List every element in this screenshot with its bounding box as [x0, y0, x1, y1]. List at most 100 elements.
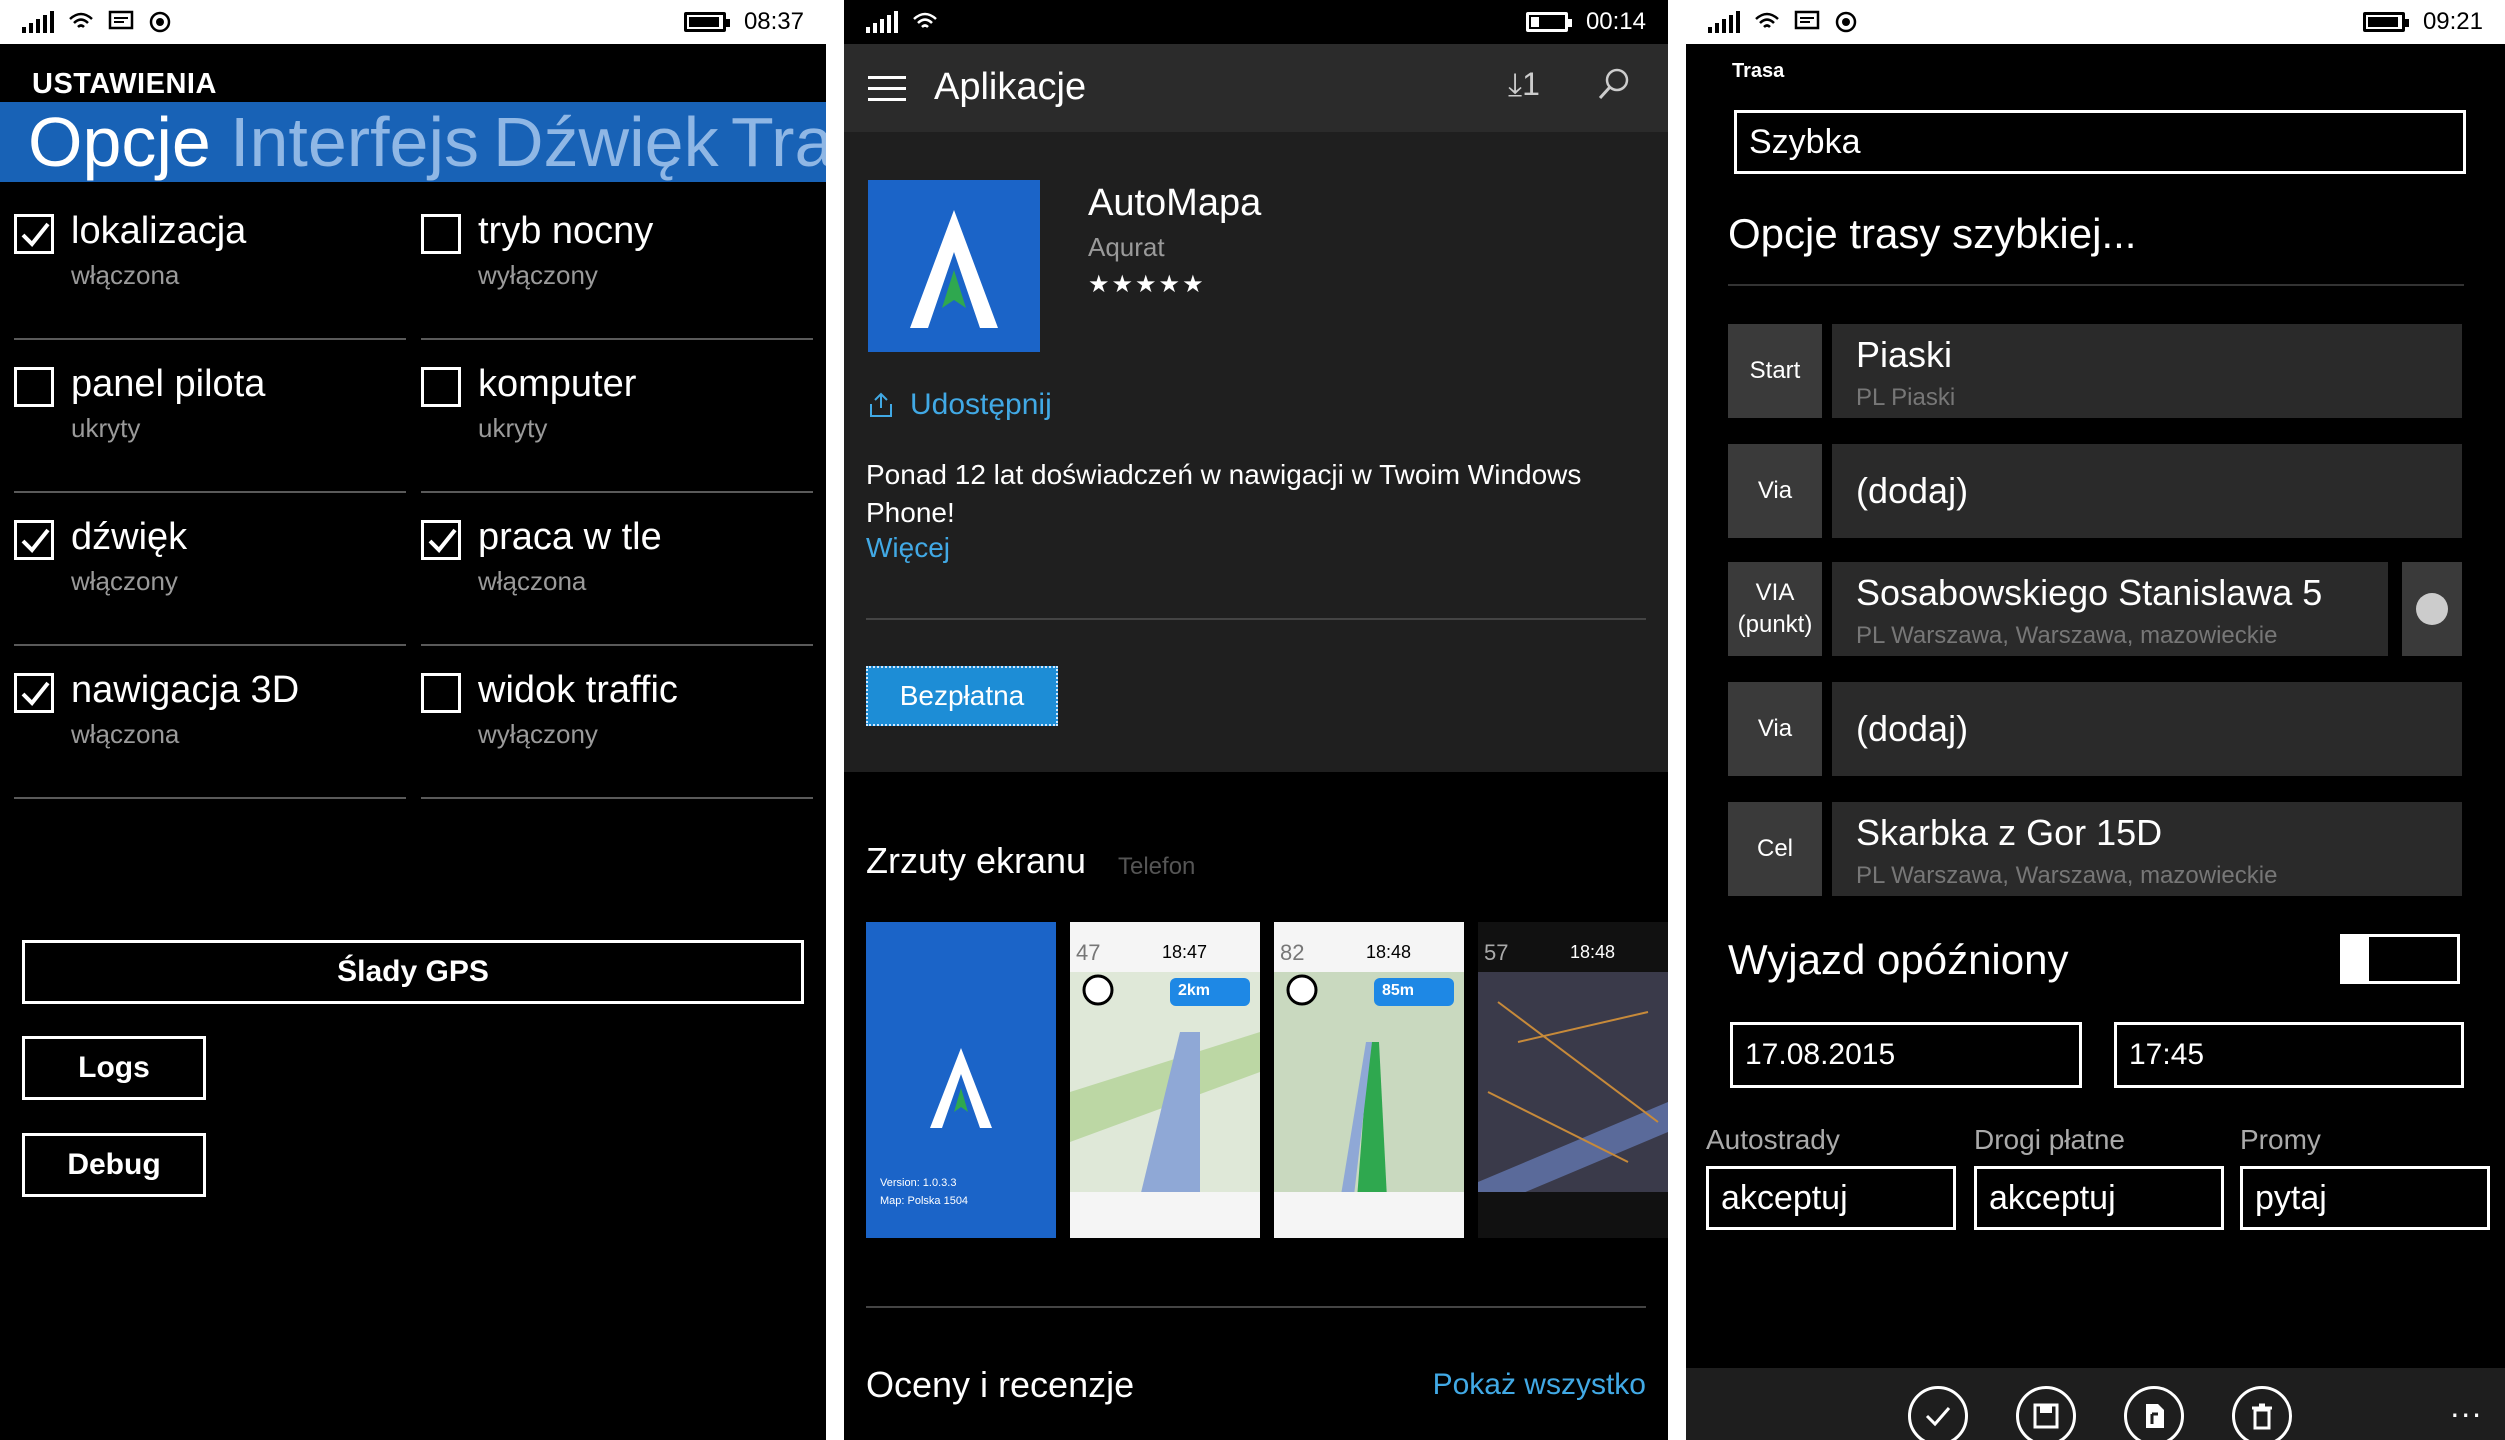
save-button[interactable] [2016, 1386, 2076, 1440]
option-praca-w-tle[interactable]: praca w tle włączona [421, 496, 813, 646]
status-time: 09:21 [2422, 8, 2483, 35]
row-main: (dodaj) [1856, 470, 1969, 511]
option-label: lokalizacja [71, 210, 247, 252]
screenshot-3[interactable]: 82 18:48 85m [1274, 922, 1464, 1238]
shot-version: Version: 1.0.3.3 [880, 1177, 957, 1189]
more-link[interactable]: Więcej [866, 532, 950, 564]
open-file-button[interactable] [2124, 1386, 2184, 1440]
checkbox-komputer[interactable] [421, 367, 461, 407]
delayed-departure-label: Wyjazd opóźniony [1728, 936, 2069, 983]
date-field[interactable]: 17.08.2015 [1730, 1022, 2082, 1088]
pivot-trasa[interactable]: Tras [731, 102, 826, 182]
pivot-opcje[interactable]: Opcje [28, 102, 211, 182]
screenshots-strip[interactable]: Version: 1.0.3.3 Map: Polska 1504 47 18:… [866, 922, 1668, 1238]
battery-icon [2362, 12, 2409, 32]
shot-next: 85m [1382, 982, 1415, 999]
logs-button[interactable]: Logs [22, 1036, 206, 1100]
pivot-dzwiek[interactable]: Dźwięk [493, 102, 719, 182]
option-komputer[interactable]: komputer ukryty [421, 343, 813, 493]
status-time: 00:14 [1585, 8, 1646, 35]
share-label: Udostępnij [910, 388, 1052, 421]
via-point-option-button[interactable] [2402, 562, 2462, 656]
row-sub: PL Warszawa, Warszawa, mazowieckie [1856, 622, 2278, 649]
message-icon [108, 10, 134, 30]
install-free-button[interactable]: Bezpłatna [866, 666, 1058, 726]
checkbox-widok-traffic[interactable] [421, 673, 461, 713]
see-all-link[interactable]: Pokaż wszystko [1433, 1368, 1646, 1402]
via-point-row[interactable]: Sosabowskiego Stanislawa 5 PL Warszawa, … [1832, 562, 2388, 656]
wifi-icon [913, 12, 937, 28]
row-main: Piaski [1856, 334, 1953, 375]
status-bar: 00:14 [844, 0, 1668, 44]
location-icon [1835, 11, 1857, 33]
highways-select[interactable]: akceptuj [1706, 1166, 1956, 1230]
screenshot-1[interactable]: Version: 1.0.3.3 Map: Polska 1504 [866, 922, 1056, 1238]
signal-icon [22, 11, 54, 33]
start-row[interactable]: Piaski PL Piaski [1832, 324, 2462, 418]
option-label: praca w tle [478, 516, 662, 558]
via-row-2[interactable]: (dodaj) [1832, 682, 2462, 776]
screenshot-2[interactable]: 47 18:47 2km [1070, 922, 1260, 1238]
location-icon [149, 11, 171, 33]
checkbox-praca-w-tle[interactable] [421, 520, 461, 560]
route-screen: 09:21 Trasa Szybka Opcje trasy szybkiej.… [1686, 0, 2505, 1440]
row-main: Sosabowskiego Stanislawa 5 [1856, 572, 2323, 613]
row-sub: PL Piaski [1856, 384, 1956, 411]
toll-roads-select[interactable]: akceptuj [1974, 1166, 2224, 1230]
option-label: komputer [478, 363, 637, 405]
checkbox-tryb-nocny[interactable] [421, 214, 461, 254]
downloads-button[interactable]: ⤓1 [1508, 66, 1540, 104]
wifi-icon [69, 12, 93, 28]
page-title: USTAWIENIA [32, 68, 217, 100]
route-type-select[interactable]: Szybka [1734, 110, 2466, 174]
download-arrow-icon: ⤓ [1508, 66, 1523, 102]
destination-row[interactable]: Skarbka z Gor 15D PL Warszawa, Warszawa,… [1832, 802, 2462, 896]
checkbox-panel-pilota[interactable] [14, 367, 54, 407]
checkbox-dzwiek[interactable] [14, 520, 54, 560]
shot-time: 18:47 [1162, 942, 1208, 962]
more-options-button[interactable]: ... [2450, 1388, 2483, 1425]
dot-icon [2416, 593, 2448, 625]
pivot-interfejs[interactable]: Interfejs [230, 102, 479, 182]
search-icon[interactable] [1596, 66, 1632, 102]
option-label: nawigacja 3D [71, 669, 300, 711]
divider [1728, 284, 2464, 286]
option-panel-pilota[interactable]: panel pilota ukryty [14, 343, 406, 493]
shot-next: 2km [1178, 982, 1211, 999]
option-tryb-nocny[interactable]: tryb nocny wyłączony [421, 190, 813, 340]
option-state: włączona [71, 719, 180, 749]
file-icon [2146, 1404, 2164, 1428]
option-state: ukryty [478, 413, 548, 443]
save-icon [2033, 1403, 2059, 1429]
screenshot-4[interactable]: 57 18:48 [1478, 922, 1668, 1238]
option-lokalizacja[interactable]: lokalizacja włączona [14, 190, 406, 340]
option-dzwiek[interactable]: dźwięk włączony [14, 496, 406, 646]
row-main: Skarbka z Gor 15D [1856, 812, 2163, 853]
hamburger-menu-icon[interactable] [868, 76, 906, 101]
checkbox-lokalizacja[interactable] [14, 214, 54, 254]
rating-stars: ★★★★★ [1088, 271, 1206, 298]
battery-icon [1525, 12, 1572, 32]
app-publisher[interactable]: Aqurat [1088, 232, 1165, 263]
option-widok-traffic[interactable]: widok traffic wyłączony [421, 649, 813, 799]
shot-time: 18:48 [1570, 942, 1616, 962]
delete-button[interactable] [2232, 1386, 2292, 1440]
debug-button[interactable]: Debug [22, 1133, 206, 1197]
route-options-title[interactable]: Opcje trasy szybkiej... [1728, 210, 2136, 258]
option-label: widok traffic [478, 669, 678, 711]
option-nawigacja-3d[interactable]: nawigacja 3D włączona [14, 649, 406, 799]
ferries-select[interactable]: pytaj [2240, 1166, 2490, 1230]
header-small: Trasa [1732, 60, 1785, 82]
status-bar: 08:37 [0, 0, 826, 44]
share-link[interactable]: Udostępnij [866, 388, 1052, 422]
option-state: włączony [71, 566, 178, 596]
app-description: Ponad 12 lat doświadczeń w nawigacji w T… [866, 459, 1582, 528]
delayed-departure-toggle[interactable] [2340, 934, 2460, 984]
row-tag-start: Start [1728, 324, 1822, 418]
confirm-button[interactable] [1908, 1386, 1968, 1440]
via-row-1[interactable]: (dodaj) [1832, 444, 2462, 538]
time-field[interactable]: 17:45 [2114, 1022, 2464, 1088]
gps-traces-button[interactable]: Ślady GPS [22, 940, 804, 1004]
checkbox-nawigacja-3d[interactable] [14, 673, 54, 713]
option-label: panel pilota [71, 363, 266, 405]
